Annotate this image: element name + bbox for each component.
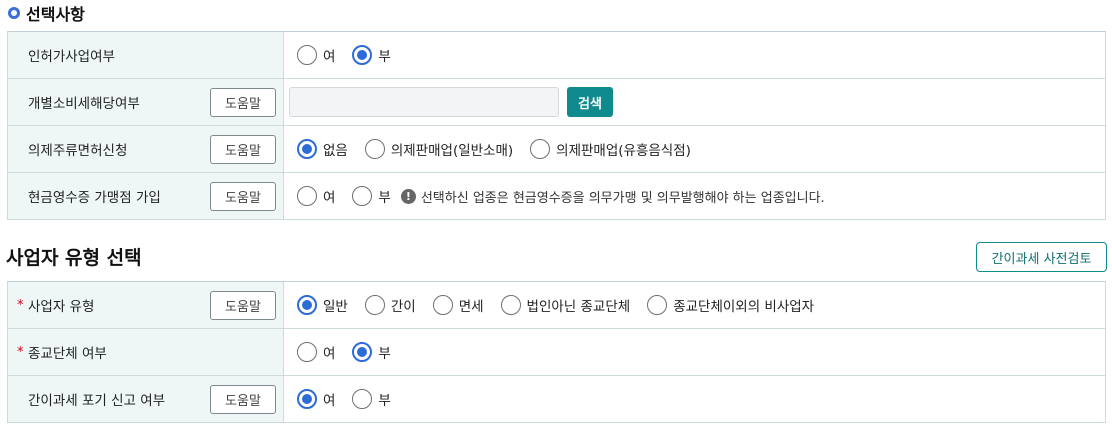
radio-label: 의제판매업(유흥음식점) [556,143,691,159]
row-label: 인허가사업여부 [28,49,115,65]
row-content: 없음 의제판매업(일반소매) 의제판매업(유흥음식점) [284,126,1105,172]
radio-circle[interactable] [432,295,453,315]
radio-circle[interactable] [530,139,551,159]
radio-circle[interactable] [364,295,385,315]
row-header: 현금영수증 가맹점 가입 도움말 [8,173,284,219]
radio-circle[interactable] [647,295,668,315]
radio-type-exempt[interactable]: 면세 [432,295,484,315]
radio-circle-selected[interactable] [297,389,317,409]
radio-label: 여 [323,393,336,409]
table-row-excise-tax: 개별소비세해당여부 도움말 검색 [8,79,1105,126]
radio-label: 면세 [458,299,484,315]
table-row-religious-org: * 종교단체 여부 여 부 [8,329,1105,376]
table-row-permit-business: 인허가사업여부 여 부 [8,32,1105,79]
radio-circle-selected[interactable] [352,45,373,65]
help-button[interactable]: 도움말 [210,385,276,414]
section-title-business-type: 사업자 유형 선택 [6,247,142,269]
radio-label: 부 [378,49,391,65]
table-row-liquor-license: 의제주류면허신청 도움말 없음 의제판매업(일반소매) 의제판매업(유흥음식점) [8,126,1105,173]
row-label: 사업자 유형 [28,299,95,315]
help-button[interactable]: 도움말 [210,135,276,164]
radio-label: 없음 [323,143,348,159]
radio-label: 일반 [323,299,348,315]
radio-label: 부 [378,393,391,409]
info-icon: ! [400,188,416,204]
radio-liquor-entertainment[interactable]: 의제판매업(유흥음식점) [530,139,691,159]
radio-label: 종교단체이외의 비사업자 [673,299,815,315]
radio-permit-no[interactable]: 부 [352,45,391,65]
radio-label: 여 [323,346,336,362]
radio-liquor-retail[interactable]: 의제판매업(일반소매) [364,139,514,159]
simplified-tax-prereview-button[interactable]: 간이과세 사전검토 [976,242,1107,272]
help-button[interactable]: 도움말 [210,291,276,320]
radio-type-simplified[interactable]: 간이 [364,295,416,315]
radio-circle[interactable] [352,186,373,206]
table-row-cash-receipt: 현금영수증 가맹점 가입 도움말 여 부 ! 선택하신 업종은 현금영수증을 의… [8,173,1105,220]
search-button[interactable]: 검색 [567,87,613,117]
radio-waiver-no[interactable]: 부 [352,389,391,409]
radio-label: 의제판매업(일반소매) [390,143,514,159]
radio-waiver-yes[interactable]: 여 [297,389,335,409]
business-type-table: * 사업자 유형 도움말 일반 간이 면세 법인아닌 종교단체 종교단체이외의 … [7,281,1106,423]
table-row-simplified-waiver: 간이과세 포기 신고 여부 도움말 여 부 [8,376,1105,423]
options-table: 인허가사업여부 여 부 개별소비세해당여부 도움말 검색 의제주류면허신청 도움… [7,31,1106,220]
row-label: 간이과세 포기 신고 여부 [28,393,166,409]
radio-religious-yes[interactable]: 여 [297,342,335,362]
circle-bullet-icon [8,7,20,19]
row-label: 의제주류면허신청 [28,143,128,159]
radio-label: 법인아닌 종교단체 [526,299,631,315]
radio-label: 부 [378,346,391,362]
row-content: 검색 [284,79,1105,125]
help-button[interactable]: 도움말 [210,88,276,117]
radio-liquor-none[interactable]: 없음 [297,139,348,159]
section-title-options: 선택사항 [6,2,85,24]
radio-type-general[interactable]: 일반 [297,295,348,315]
radio-circle[interactable] [364,139,385,159]
radio-label: 여 [323,49,336,65]
row-content: 여 부 ! 선택하신 업종은 현금영수증을 의무가맹 및 의무발행해야 하는 업… [284,173,1105,219]
radio-circle-selected[interactable] [297,295,317,315]
radio-circle[interactable] [297,186,317,206]
row-header: 인허가사업여부 [8,32,284,78]
row-label: 현금영수증 가맹점 가입 [28,190,161,206]
radio-label: 부 [378,190,391,206]
excise-search-input[interactable] [289,87,559,117]
radio-circle-selected[interactable] [297,139,317,159]
row-header: 간이과세 포기 신고 여부 도움말 [8,376,284,422]
info-message: 선택하신 업종은 현금영수증을 의무가맹 및 의무발행해야 하는 업종입니다. [420,190,825,206]
row-content: 여 부 [284,329,1105,375]
radio-type-religious[interactable]: 법인아닌 종교단체 [500,295,631,315]
radio-permit-yes[interactable]: 여 [297,45,335,65]
row-header: 개별소비세해당여부 도움말 [8,79,284,125]
radio-circle[interactable] [352,389,373,409]
help-button[interactable]: 도움말 [210,182,276,211]
radio-cash-no[interactable]: 부 [352,186,391,206]
row-content: 여 부 [284,376,1105,422]
radio-circle[interactable] [297,342,317,362]
radio-circle-selected[interactable] [352,342,373,362]
row-content: 일반 간이 면세 법인아닌 종교단체 종교단체이외의 비사업자 [284,282,1105,328]
row-header: * 종교단체 여부 [8,329,284,375]
radio-type-non-business[interactable]: 종교단체이외의 비사업자 [647,295,814,315]
radio-circle[interactable] [297,45,317,65]
radio-label: 여 [323,190,336,206]
row-label: 개별소비세해당여부 [28,96,140,112]
row-content: 여 부 [284,32,1105,78]
table-row-business-type: * 사업자 유형 도움말 일반 간이 면세 법인아닌 종교단체 종교단체이외의 … [8,282,1105,329]
section-title-text: 선택사항 [26,5,85,24]
row-label: 종교단체 여부 [28,346,107,362]
radio-label: 간이 [390,299,416,315]
row-header: 의제주류면허신청 도움말 [8,126,284,172]
row-header: * 사업자 유형 도움말 [8,282,284,328]
radio-circle[interactable] [500,295,521,315]
required-mark: * [17,345,24,360]
radio-religious-no[interactable]: 부 [352,342,391,362]
required-mark: * [17,298,24,313]
radio-cash-yes[interactable]: 여 [297,186,335,206]
